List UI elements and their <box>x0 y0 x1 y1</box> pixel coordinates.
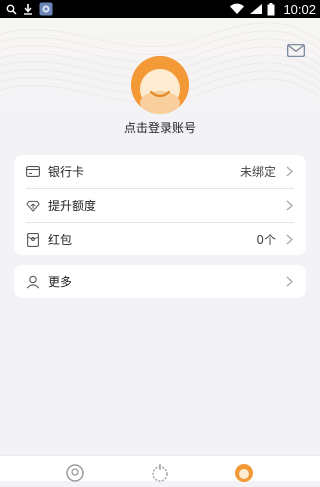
me-tab-icon <box>235 464 253 482</box>
menu-row-label: 提升额度 <box>48 199 97 213</box>
battery-icon <box>267 2 275 16</box>
search-icon <box>6 4 17 15</box>
menu-row-red-packet[interactable]: 红包 0个 <box>14 223 306 256</box>
menu-row-value: 未绑定 <box>239 165 276 179</box>
home-tab-icon <box>66 464 84 482</box>
menu-row-label: 红包 <box>48 233 73 247</box>
menu-row-more[interactable]: 更多 <box>14 265 306 298</box>
download-icon <box>23 3 33 15</box>
envelope-icon <box>287 43 305 57</box>
center-tab-icon <box>152 464 168 482</box>
tab-center[interactable] <box>150 463 170 483</box>
login-link[interactable]: 点击登录账号 <box>0 119 320 136</box>
bottom-tab-bar <box>0 455 320 483</box>
menu-row-bank-card[interactable]: 银行卡 未绑定 <box>14 155 306 188</box>
more-card: 更多 <box>14 265 306 298</box>
chevron-right-icon <box>286 276 294 288</box>
chevron-right-icon <box>286 234 294 246</box>
user-avatar-icon <box>131 56 189 114</box>
account-menu-card: 银行卡 未绑定 提升额度 红包 0个 <box>14 155 306 255</box>
red-packet-icon <box>26 232 40 247</box>
raise-limit-icon <box>26 199 40 213</box>
avatar[interactable] <box>131 56 189 114</box>
menu-row-raise-limit[interactable]: 提升额度 <box>14 189 306 222</box>
tab-me[interactable] <box>234 463 254 483</box>
app-notification-icon <box>39 2 53 16</box>
message-button[interactable] <box>286 42 306 58</box>
signal-icon <box>249 3 263 15</box>
menu-row-value: 0个 <box>256 233 276 247</box>
menu-row-label: 更多 <box>48 275 73 289</box>
clock: 10:02 <box>283 1 316 17</box>
wifi-icon <box>229 3 245 15</box>
status-bar: 10:02 <box>0 0 320 18</box>
more-user-icon <box>26 275 40 289</box>
tab-home[interactable] <box>65 463 85 483</box>
bank-card-icon <box>26 165 40 179</box>
chevron-right-icon <box>286 166 294 178</box>
menu-row-label: 银行卡 <box>48 165 85 179</box>
chevron-right-icon <box>286 200 294 212</box>
